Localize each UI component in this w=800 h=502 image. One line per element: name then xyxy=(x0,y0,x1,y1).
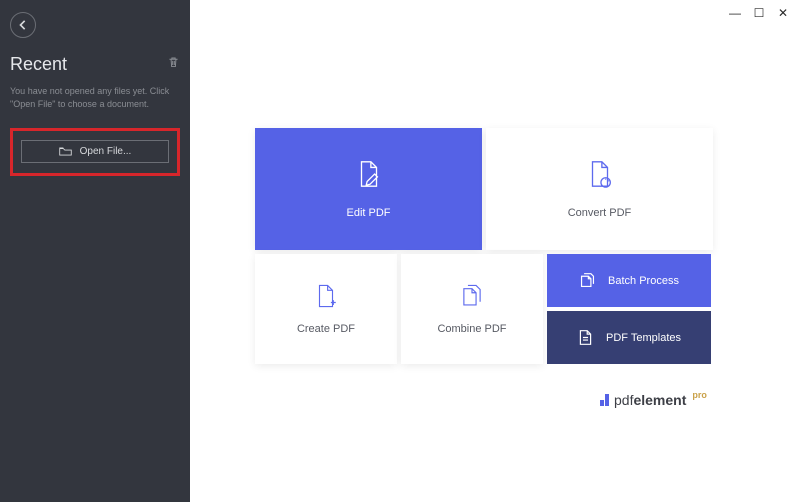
trash-icon xyxy=(167,56,180,69)
maximize-button[interactable]: ☐ xyxy=(752,6,766,20)
edit-pdf-icon xyxy=(354,159,384,189)
recent-title: Recent xyxy=(10,54,67,75)
open-file-label: Open File... xyxy=(80,146,132,157)
convert-pdf-label: Convert PDF xyxy=(568,207,632,219)
templates-icon xyxy=(577,329,594,346)
brand-text: pdfelement xyxy=(614,392,686,408)
folder-icon xyxy=(59,146,72,157)
window-controls: — ☐ ✕ xyxy=(728,6,790,20)
combine-pdf-icon xyxy=(459,283,485,309)
tiles-row-1: Edit PDF Convert PDF xyxy=(255,128,713,250)
edit-pdf-tile[interactable]: Edit PDF xyxy=(255,128,482,250)
batch-icon xyxy=(579,272,596,289)
recent-header: Recent xyxy=(10,54,180,75)
tiles-grid: Edit PDF Convert PDF Create PDF Combine … xyxy=(255,128,713,364)
pdf-templates-tile[interactable]: PDF Templates xyxy=(547,311,711,364)
brand-icon xyxy=(600,394,609,406)
tutorial-highlight: Open File... xyxy=(10,128,180,176)
brand-logo: pdfelement pro xyxy=(600,392,707,408)
convert-pdf-tile[interactable]: Convert PDF xyxy=(486,128,713,250)
edit-pdf-label: Edit PDF xyxy=(346,207,390,219)
sidebar: Recent You have not opened any files yet… xyxy=(0,0,190,502)
recent-hint: You have not opened any files yet. Click… xyxy=(10,85,180,110)
tiles-row-2: Create PDF Combine PDF Batch Process PDF… xyxy=(255,254,713,364)
main-area: — ☐ ✕ Edit PDF Convert PDF Create PDF xyxy=(190,0,800,502)
back-button[interactable] xyxy=(10,12,36,38)
create-pdf-tile[interactable]: Create PDF xyxy=(255,254,397,364)
clear-recent-button[interactable] xyxy=(167,56,180,74)
convert-pdf-icon xyxy=(585,159,615,189)
close-button[interactable]: ✕ xyxy=(776,6,790,20)
templates-label: PDF Templates xyxy=(606,332,681,344)
brand-pro-suffix: pro xyxy=(692,390,707,400)
create-pdf-icon xyxy=(313,283,339,309)
open-file-button[interactable]: Open File... xyxy=(21,140,169,163)
chevron-left-icon xyxy=(18,20,28,30)
create-pdf-label: Create PDF xyxy=(297,323,355,335)
side-tiles: Batch Process PDF Templates xyxy=(547,254,711,364)
combine-pdf-label: Combine PDF xyxy=(437,323,506,335)
batch-process-tile[interactable]: Batch Process xyxy=(547,254,711,307)
app-window: Recent You have not opened any files yet… xyxy=(0,0,800,502)
minimize-button[interactable]: — xyxy=(728,6,742,20)
batch-label: Batch Process xyxy=(608,275,679,287)
combine-pdf-tile[interactable]: Combine PDF xyxy=(401,254,543,364)
